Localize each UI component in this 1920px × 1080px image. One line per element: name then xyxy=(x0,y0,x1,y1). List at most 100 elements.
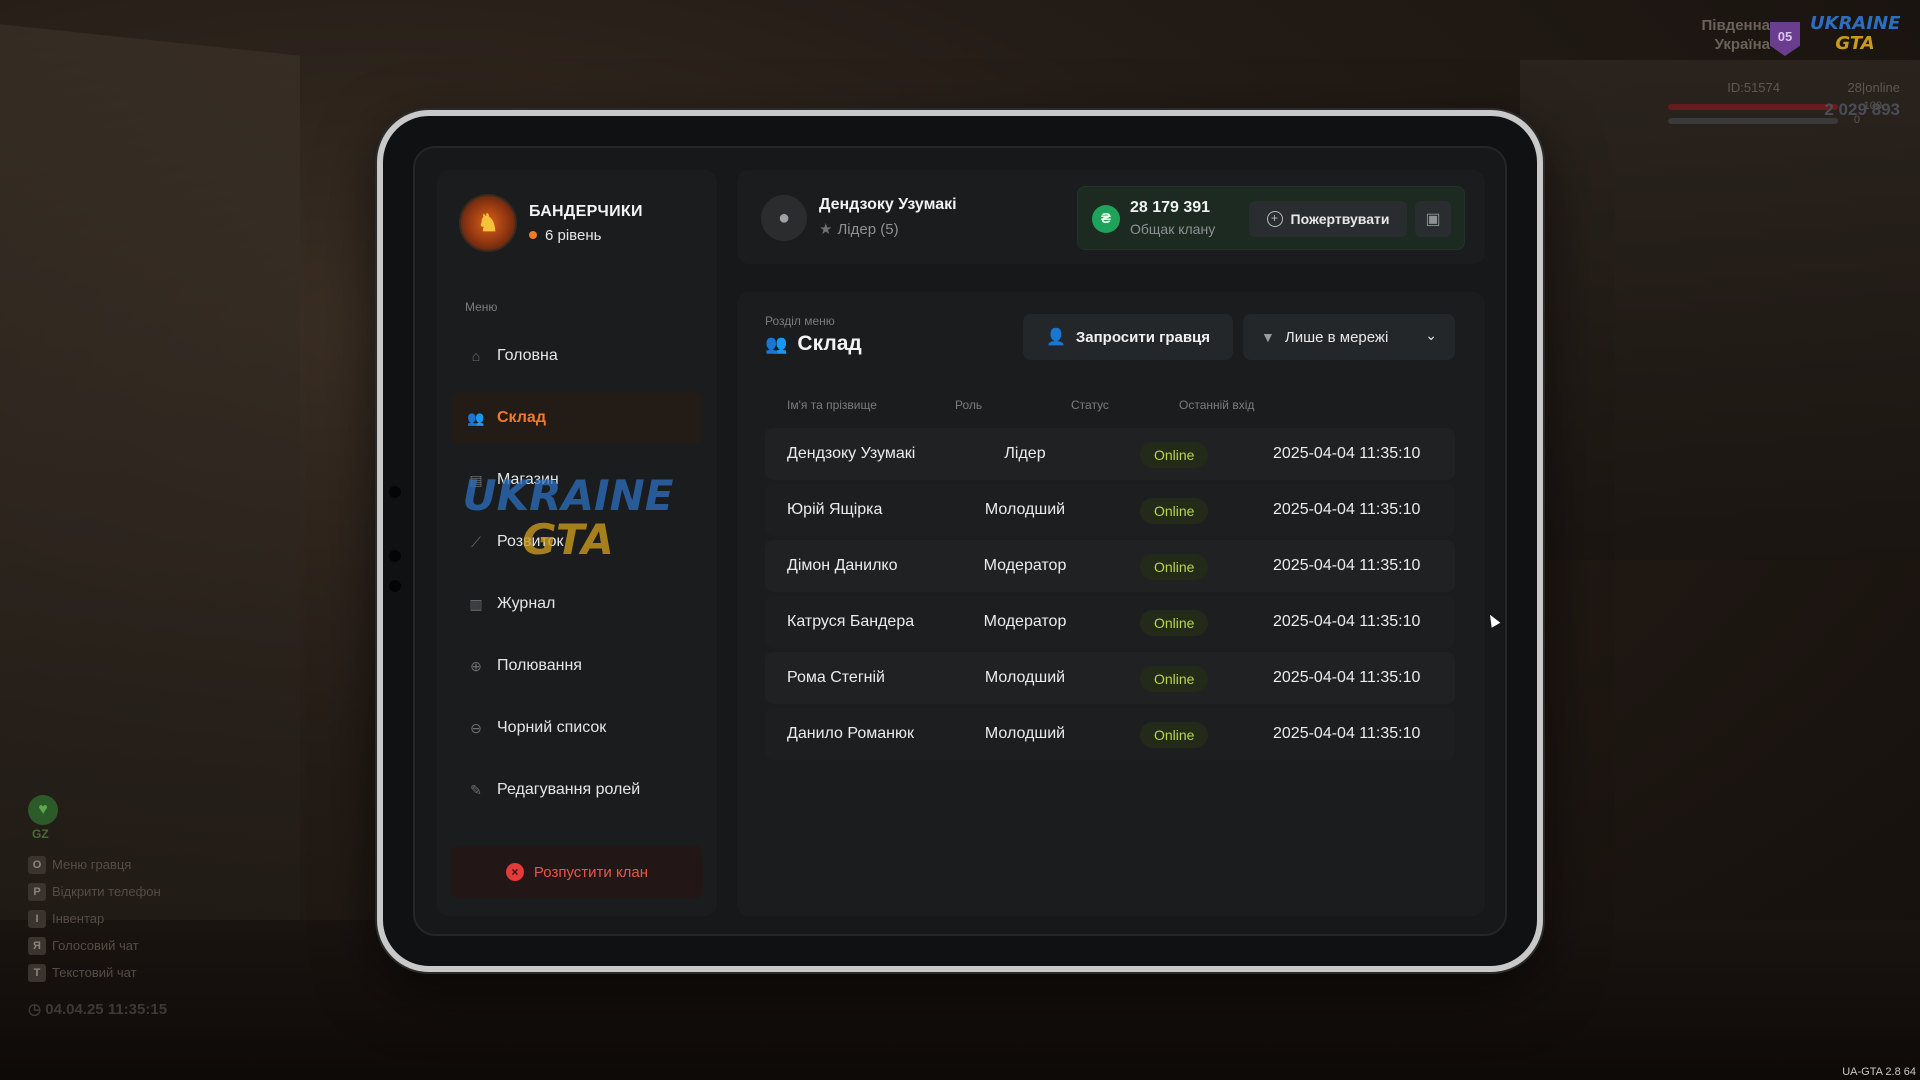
invite-player-button[interactable]: 👤 Запросити гравця xyxy=(1023,314,1233,360)
status-badge: Online xyxy=(1140,722,1209,748)
star-icon: ★ xyxy=(819,221,833,238)
menu-list: ⌂ Головна 👥 Склад ▤ Магазин ⟋ Розвиток ▥ xyxy=(451,330,703,826)
menu-item-journal[interactable]: ▥ Журнал xyxy=(451,578,703,630)
menu-item-roster[interactable]: 👥 Склад xyxy=(451,392,703,444)
filter-icon: ▼ xyxy=(1261,329,1275,345)
key-hint: Я Голосовий чат xyxy=(28,932,248,959)
status-badge: Online xyxy=(1140,666,1209,692)
chart-icon: ⟋ xyxy=(471,533,481,550)
disband-clan-button[interactable]: × Розпустити клан xyxy=(451,846,703,898)
menu-item-label: Полювання xyxy=(497,657,582,674)
key-action: Відкрити телефон xyxy=(52,884,161,899)
hud-bottom-left: ♥ GZ O Меню гравця P Відкрити телефон I Інв… xyxy=(28,795,248,1018)
member-role: Молодший xyxy=(984,669,1066,686)
money-display: 2 029 893 xyxy=(1824,100,1900,119)
table-row[interactable]: Юрій Ящірка Молодший Online 2025-04-04 1… xyxy=(765,484,1455,536)
donate-label: Пожертвувати xyxy=(1290,211,1390,227)
table-row[interactable]: Катруся Бандера Модератор Online 2025-04… xyxy=(765,596,1455,648)
book-icon: ▥ xyxy=(469,595,483,612)
table-row[interactable]: Данило Романюк Молодший Online 2025-04-0… xyxy=(765,708,1455,760)
user-edit-icon: ✎ xyxy=(470,781,482,798)
hud-top-right: Південна Україна 05 UKRAINE GTA ID:51574… xyxy=(1660,10,1900,180)
key-hint: O Меню гравця xyxy=(28,851,248,878)
key-label: I xyxy=(28,909,46,928)
table-row[interactable]: Дендзоку Узумакі Лідер Online 2025-04-04… xyxy=(765,428,1455,480)
status-badge: Online xyxy=(1140,554,1209,580)
member-table: Дендзоку Узумакі Лідер Online 2025-04-04… xyxy=(765,428,1455,764)
people-icon: 👥 xyxy=(467,409,485,426)
block-icon: ⊖ xyxy=(470,719,482,736)
key-action: Інвентар xyxy=(52,911,105,926)
column-header-last-login: Останній вхід xyxy=(1179,398,1255,412)
avatar: ● xyxy=(761,195,807,241)
home-icon: ⌂ xyxy=(471,348,481,364)
add-user-icon: 👤 xyxy=(1045,329,1066,346)
menu-item-label: Чорний список xyxy=(497,719,607,736)
member-last-login: 2025-04-04 11:35:10 xyxy=(1273,501,1421,518)
user-icon: ● xyxy=(777,206,791,229)
online-count: 28|online xyxy=(1847,80,1900,95)
clan-header: ♞ БАНДЕРЧИКИ 6 рівень xyxy=(459,194,643,252)
status-badge: Online xyxy=(1140,610,1209,636)
bank-history-button[interactable]: ▣ xyxy=(1415,201,1451,237)
clock-icon: ◷ xyxy=(28,1001,46,1018)
user-card: ● Дендзоку Узумакі ★ Лідер (5) ₴ 28 179 3… xyxy=(737,170,1485,264)
health-bar xyxy=(1668,104,1838,110)
people-icon: 👥 xyxy=(765,333,788,354)
camera-dot xyxy=(389,550,401,562)
game-logo-bottom: GTA xyxy=(1835,33,1875,54)
roster-panel: Розділ меню 👥 Склад 👤 Запросити гравця ▼… xyxy=(737,292,1485,916)
member-last-login: 2025-04-04 11:35:10 xyxy=(1273,445,1421,462)
archive-icon: ▣ xyxy=(1425,211,1441,228)
invite-label: Запросити гравця xyxy=(1075,328,1211,346)
tablet-frame: ♞ БАНДЕРЧИКИ 6 рівень Меню ⌂ Головна 👥 С… xyxy=(377,110,1543,972)
column-header-status: Статус xyxy=(1071,398,1109,412)
key-action: Голосовий чат xyxy=(52,938,139,953)
clan-logo: ♞ xyxy=(459,194,517,252)
clan-level: 6 рівень xyxy=(529,227,643,244)
online-filter-select[interactable]: ▼ Лише в мережі ⌄ xyxy=(1243,314,1455,360)
menu-item-label: Розвиток xyxy=(497,533,564,550)
user-role-text: Лідер (5) xyxy=(837,221,899,238)
tablet-screen: ♞ БАНДЕРЧИКИ 6 рівень Меню ⌂ Головна 👥 С… xyxy=(413,146,1507,936)
table-row[interactable]: Дімон Данилко Модератор Online 2025-04-0… xyxy=(765,540,1455,592)
member-last-login: 2025-04-04 11:35:10 xyxy=(1273,557,1421,574)
heart-icon: ♥ xyxy=(28,795,58,825)
menu-caption: Меню xyxy=(465,300,498,314)
menu-item-home[interactable]: ⌂ Головна xyxy=(451,330,703,382)
clan-sidebar: ♞ БАНДЕРЧИКИ 6 рівень Меню ⌂ Головна 👥 С… xyxy=(437,170,717,916)
clan-bank: ₴ 28 179 391 Общак клану + Пожертвувати … xyxy=(1077,186,1465,250)
hryvnia-icon: ₴ xyxy=(1092,205,1120,233)
column-header-name: Ім'я та прізвище xyxy=(787,398,877,412)
clan-level-text: 6 рівень xyxy=(545,226,602,244)
camera-dot xyxy=(389,580,401,592)
table-header: Ім'я та прізвище Роль Статус Останній вх… xyxy=(765,398,1455,418)
bank-amount: 28 179 391 xyxy=(1130,199,1211,216)
member-role: Модератор xyxy=(983,613,1067,630)
game-version: UA-GTA 2.8 64 xyxy=(1842,1066,1916,1078)
key-label: T xyxy=(28,963,46,982)
menu-item-hunting[interactable]: ⊕ Полювання xyxy=(451,640,703,692)
member-role: Модератор xyxy=(983,557,1067,574)
donate-button[interactable]: + Пожертвувати xyxy=(1249,201,1407,237)
camera-dot xyxy=(389,486,401,498)
plus-circle-icon: + xyxy=(1266,211,1283,227)
member-name: Данило Романюк xyxy=(787,725,914,742)
member-name: Дімон Данилко xyxy=(787,557,898,574)
menu-item-blacklist[interactable]: ⊖ Чорний список xyxy=(451,702,703,754)
member-last-login: 2025-04-04 11:35:10 xyxy=(1273,669,1421,686)
datetime-display: ◷ 04.04.25 11:35:15 xyxy=(28,1000,248,1018)
menu-item-edit-roles[interactable]: ✎ Редагування ролей xyxy=(451,764,703,816)
hp-label: GZ xyxy=(32,827,49,841)
basket-icon: ▤ xyxy=(469,471,483,488)
key-label: P xyxy=(28,882,46,901)
key-action: Текстовий чат xyxy=(52,965,137,980)
menu-item-shop[interactable]: ▤ Магазин xyxy=(451,454,703,506)
menu-item-development[interactable]: ⟋ Розвиток xyxy=(451,516,703,568)
column-header-role: Роль xyxy=(955,398,983,412)
key-hint: P Відкрити телефон xyxy=(28,878,248,905)
table-row[interactable]: Рома Стегній Молодший Online 2025-04-04 … xyxy=(765,652,1455,704)
close-circle-icon: × xyxy=(505,863,524,881)
filter-value: Лише в мережі xyxy=(1284,328,1389,346)
disband-label: Розпустити клан xyxy=(533,863,649,881)
